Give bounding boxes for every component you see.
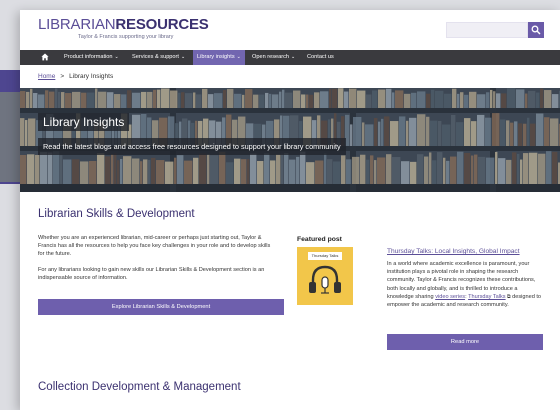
read-more-button[interactable]: Read more: [387, 334, 543, 350]
section-title-collection: Collection Development & Management: [38, 381, 241, 393]
home-icon[interactable]: [41, 53, 49, 61]
breadcrumb-separator: >: [60, 73, 65, 80]
breadcrumb-home-link[interactable]: Home: [38, 73, 55, 80]
section-title-skills: Librarian Skills & Development: [38, 208, 195, 220]
hero-title: Library Insights: [38, 113, 130, 131]
chevron-down-icon: ⌄: [114, 54, 119, 60]
breadcrumb-current: Library Insights: [69, 73, 114, 80]
search-button[interactable]: [528, 22, 544, 38]
main-nav: Product information ⌄ Services & support ⌄…: [20, 50, 560, 65]
chevron-down-icon: ⌄: [291, 54, 296, 60]
featured-post-excerpt: In a world where academic excellence is …: [387, 261, 542, 309]
thumbnail-label: Thursday Talks: [308, 252, 342, 260]
skills-paragraph-2: For any librarians looking to gain new s…: [38, 267, 265, 281]
chevron-down-icon: ⌄: [236, 54, 241, 60]
search-icon: [531, 25, 541, 35]
side-shelf-image: [0, 92, 20, 182]
hero-subtitle: Read the latest blogs and access free re…: [38, 138, 346, 155]
nav-item-open-research[interactable]: Open research ⌄: [252, 50, 295, 65]
nav-item-library-insights[interactable]: Library insights ⌄: [193, 50, 245, 65]
skills-paragraph-1: Whether you are an experienced librarian…: [38, 235, 271, 257]
nav-item-contact-us[interactable]: Contact us: [307, 50, 334, 65]
breadcrumb: Home > Library Insights: [38, 73, 113, 80]
video-series-link[interactable]: video series: [435, 294, 465, 300]
nav-item-services-support[interactable]: Services & support ⌄: [132, 50, 185, 65]
explore-skills-button[interactable]: Explore Librarian Skills & Development: [38, 299, 284, 315]
thursday-talks-link[interactable]: Thursday Talks: [468, 294, 506, 300]
featured-post-thumbnail[interactable]: Thursday Talks: [297, 247, 353, 305]
featured-post-label: Featured post: [297, 236, 342, 243]
nav-item-product-information[interactable]: Product information ⌄: [64, 50, 119, 65]
featured-post-title-link[interactable]: Thursday Talks: Local Insights, Global I…: [387, 248, 520, 255]
search-input[interactable]: [446, 22, 528, 38]
page: LIBRARIANRESOURCES Taylor & Francis supp…: [20, 10, 560, 410]
book-spines: [20, 88, 560, 184]
site-header: LIBRARIANRESOURCES Taylor & Francis supp…: [20, 10, 560, 46]
site-tagline: Taylor & Francis supporting your library: [78, 34, 174, 40]
chevron-down-icon: ⌄: [180, 54, 186, 60]
site-logo[interactable]: LIBRARIANRESOURCES: [38, 17, 209, 33]
